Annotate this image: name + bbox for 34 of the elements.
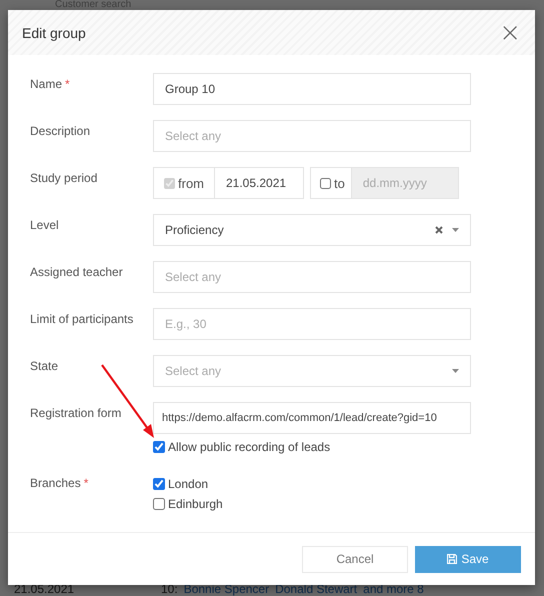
checkbox[interactable] <box>153 498 165 510</box>
checkbox[interactable] <box>153 441 165 453</box>
required-mark: * <box>65 77 70 91</box>
checkbox-option[interactable]: Edinburgh <box>153 494 471 514</box>
checkbox[interactable] <box>153 478 165 490</box>
required-mark: * <box>84 476 88 490</box>
select-value: Proficiency <box>165 223 224 237</box>
select-value: Select any <box>165 364 222 378</box>
count-text: 10: <box>161 582 178 596</box>
input-field[interactable]: Select any <box>153 261 471 293</box>
field-label: State <box>30 359 58 373</box>
clear-icon[interactable] <box>435 226 443 234</box>
caret-icon <box>452 228 459 232</box>
cancel-button[interactable]: Cancel <box>302 546 408 572</box>
caret-icon <box>452 369 459 373</box>
field-label: Study period <box>30 171 98 185</box>
checkbox-option[interactable]: London <box>153 474 471 494</box>
select-field[interactable]: Proficiency <box>153 214 471 246</box>
save-icon <box>447 554 458 564</box>
field-label: Registration form <box>30 406 122 420</box>
link-field[interactable]: https://demo.alfacrm.com/common/1/lead/create?gid=10 <box>153 402 471 434</box>
input-field[interactable]: Select any <box>153 120 471 152</box>
dialog-title: Edit group <box>22 24 86 40</box>
date-text: 21.05.2021 <box>14 582 76 596</box>
checkbox-option[interactable]: Allow public recording of leads <box>153 437 471 457</box>
close-button[interactable]: × <box>497 20 523 46</box>
field-label: Branches <box>30 476 81 490</box>
field-label: Assigned teacher <box>30 265 123 279</box>
field-label: Name <box>30 77 62 91</box>
field-label: Level <box>30 218 59 232</box>
input-field[interactable]: E.g., 30 <box>153 308 471 340</box>
field-label: Description <box>30 124 90 138</box>
field-label: Limit of participants <box>30 312 134 326</box>
input-field[interactable]: Group 10 <box>153 73 471 105</box>
